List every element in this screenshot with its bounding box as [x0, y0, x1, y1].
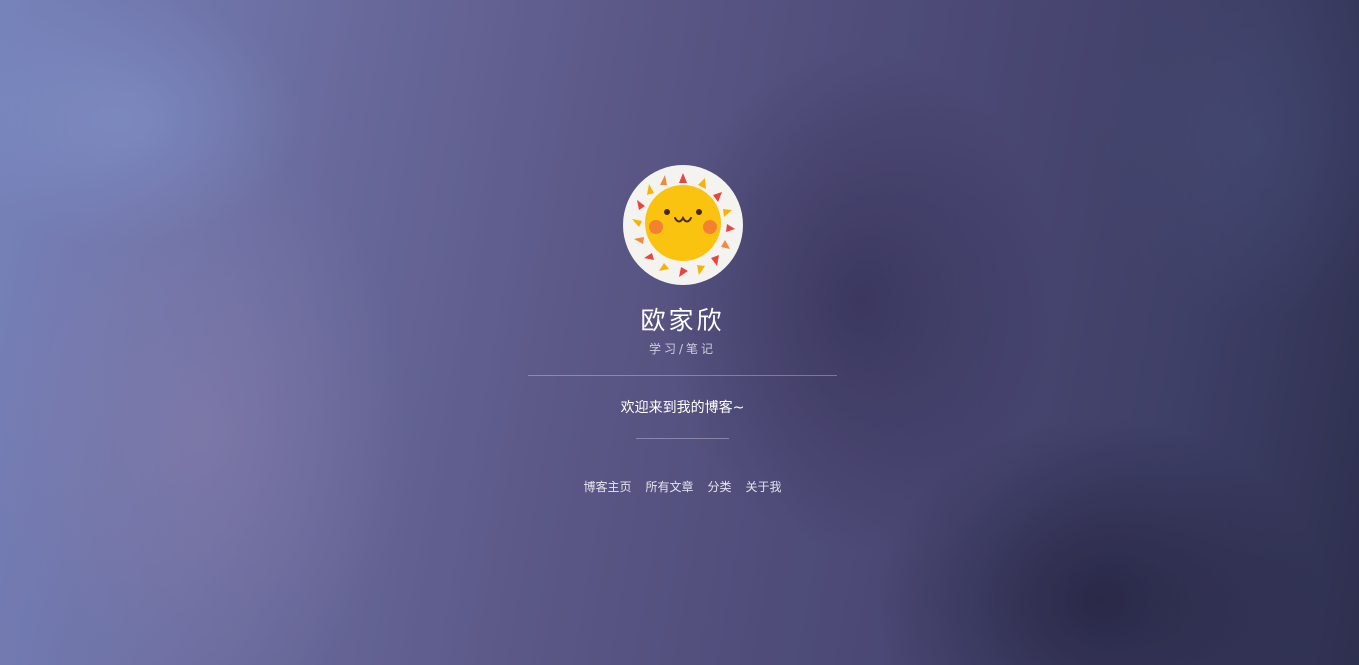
main-nav: 博客主页 所有文章 分类 关于我 — [528, 479, 837, 495]
divider — [528, 375, 837, 376]
welcome-message: 欢迎来到我的博客~ — [620, 400, 745, 416]
nav-link-categories[interactable]: 分类 — [708, 479, 732, 495]
nav-link-all-posts[interactable]: 所有文章 — [645, 479, 693, 495]
blog-author-name: 欧家欣 — [640, 306, 725, 335]
blog-subtitle: 学习/笔记 — [648, 342, 717, 356]
sun-face-icon — [631, 173, 735, 277]
nav-link-about[interactable]: 关于我 — [746, 479, 782, 495]
nav-link-home[interactable]: 博客主页 — [583, 479, 631, 495]
profile-panel: 欧家欣 学习/笔记 欢迎来到我的博客~ 博客主页 所有文章 分类 关于我 — [528, 165, 837, 495]
divider-short — [636, 438, 729, 439]
avatar[interactable] — [622, 165, 743, 285]
